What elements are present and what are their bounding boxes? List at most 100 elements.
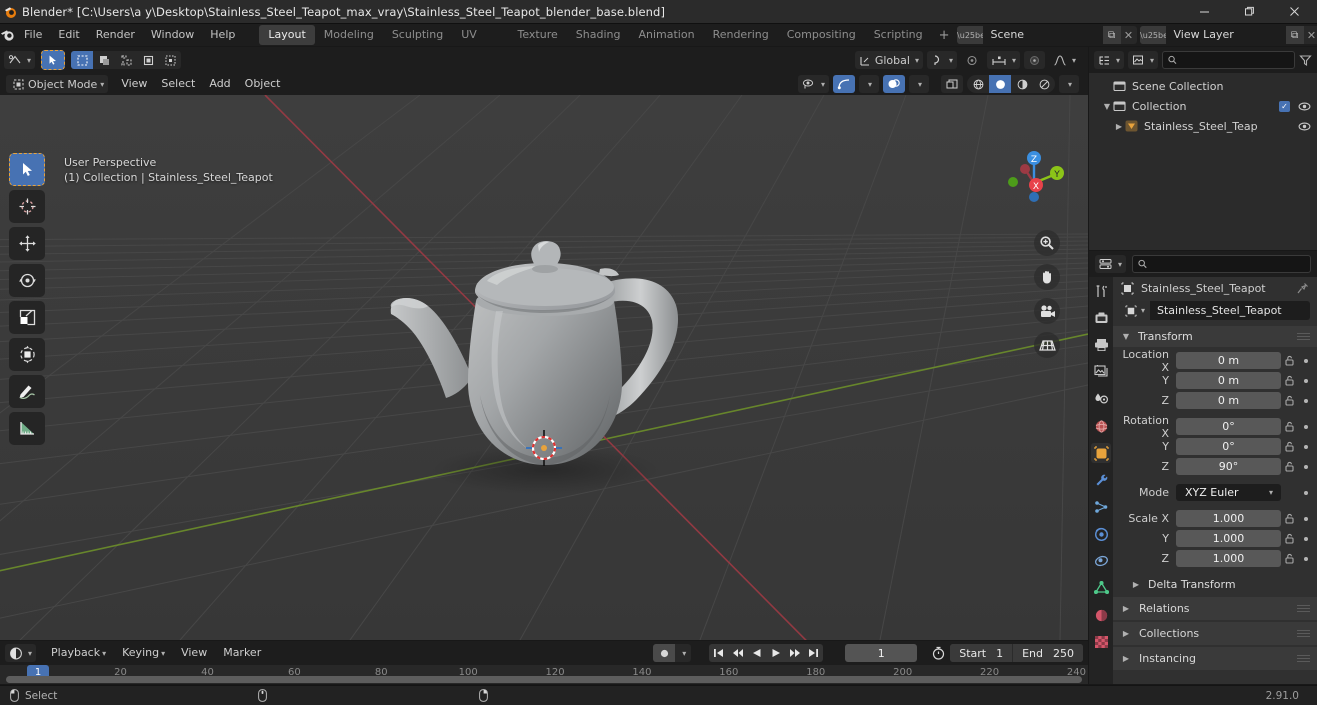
tab-texture-paint[interactable]: Texture Paint	[509, 25, 567, 61]
editor-type-3dview-icon[interactable]: ▾	[4, 51, 36, 69]
camera-icon[interactable]	[1034, 298, 1060, 324]
auto-keying-options-dropdown[interactable]: ▾	[675, 649, 691, 658]
scene-name-field[interactable]: Scene	[982, 26, 1103, 44]
new-view-layer-button[interactable]: ⧉	[1285, 26, 1304, 44]
collections-panel-header[interactable]: ▶ Collections	[1113, 622, 1317, 645]
jump-start-icon[interactable]	[709, 644, 728, 662]
menu-help[interactable]: Help	[202, 24, 243, 46]
transform-tool[interactable]	[9, 338, 45, 371]
object-mode-dropdown[interactable]: Object Mode ▾	[6, 75, 109, 93]
visibility-dropdown[interactable]: ▾	[797, 75, 829, 93]
tab-sculpting[interactable]: Sculpting	[383, 25, 452, 45]
object-name-field[interactable]: ▾ Stainless_Steel_Teapot	[1120, 301, 1310, 320]
rotation-x-input[interactable]: 0°	[1176, 418, 1281, 435]
object-name-value[interactable]: Stainless_Steel_Teapot	[1150, 304, 1282, 317]
properties-tab-modifier[interactable]	[1091, 470, 1111, 490]
grid-icon[interactable]	[1034, 332, 1060, 358]
relations-panel-header[interactable]: ▶ Relations	[1113, 597, 1317, 620]
view-layer-datablock[interactable]: \u25be View Layer ⧉ ✕	[1139, 26, 1317, 44]
tweak-select-tool-button[interactable]	[41, 50, 66, 70]
proportional-falloff-toggle[interactable]	[1023, 51, 1045, 69]
tab-shading[interactable]: Shading	[567, 25, 630, 45]
viewport-menu-select[interactable]: Select	[154, 74, 202, 94]
play-icon[interactable]	[766, 644, 785, 662]
animate-property-dot[interactable]	[1298, 424, 1313, 429]
use-preview-range-icon[interactable]	[931, 646, 946, 660]
display-mode-dropdown[interactable]: ▾	[1128, 51, 1159, 69]
add-workspace-button[interactable]: +	[932, 28, 957, 43]
proportional-editing-toggle[interactable]	[961, 51, 983, 69]
animate-property-dot[interactable]	[1298, 464, 1313, 469]
new-scene-button[interactable]: ⧉	[1102, 26, 1121, 44]
rotation-z-input[interactable]: 90°	[1176, 458, 1281, 475]
animate-property-dot[interactable]	[1298, 444, 1313, 449]
animate-property-dot[interactable]	[1298, 536, 1313, 541]
properties-search-field[interactable]	[1151, 257, 1305, 271]
lock-icon[interactable]	[1281, 553, 1298, 564]
scale-y-input[interactable]: 1.000	[1176, 530, 1281, 547]
blender-logo-icon[interactable]	[0, 28, 16, 42]
properties-tab-tool[interactable]	[1091, 281, 1111, 301]
transform-panel-header[interactable]: ▼ Transform	[1113, 326, 1317, 347]
scale-tool[interactable]	[9, 301, 45, 334]
menu-render[interactable]: Render	[88, 24, 143, 46]
snap-increment-icon[interactable]: ▾	[986, 51, 1020, 69]
timeline-menu-keying[interactable]: Keying ▾	[115, 643, 172, 663]
auto-keyframe-toggle[interactable]	[653, 644, 676, 662]
editor-type-properties-icon[interactable]: ▾	[1095, 255, 1127, 273]
outliner-row-teapot-object[interactable]: ▶ Stainless_Steel_Teap	[1089, 116, 1317, 136]
properties-tab-output[interactable]	[1091, 335, 1111, 355]
editor-type-timeline-icon[interactable]: ▾	[5, 644, 37, 662]
disclosure-icon[interactable]: ▶	[1113, 122, 1125, 131]
maximize-button[interactable]	[1227, 0, 1272, 24]
properties-tab-object[interactable]	[1091, 443, 1111, 463]
tab-modeling[interactable]: Modeling	[315, 25, 383, 45]
eye-icon[interactable]	[1298, 121, 1311, 132]
select-tweak-icon[interactable]	[93, 51, 115, 69]
navigation-gizmo[interactable]: Z Y X	[1002, 147, 1066, 211]
transform-orientation-dropdown[interactable]: Global ▾	[854, 51, 923, 69]
timeline-horizontal-scrollbar[interactable]	[6, 676, 1082, 683]
properties-tab-scene[interactable]	[1091, 389, 1111, 409]
tab-animation[interactable]: Animation	[629, 25, 703, 45]
instancing-panel-header[interactable]: ▶ Instancing	[1113, 647, 1317, 670]
solid-shading-icon[interactable]	[989, 75, 1011, 93]
jump-end-icon[interactable]	[804, 644, 823, 662]
collection-checkbox[interactable]: ✓	[1279, 100, 1290, 112]
tab-scripting[interactable]: Scripting	[865, 25, 932, 45]
viewport-menu-view[interactable]: View	[114, 74, 154, 94]
select-lasso-icon[interactable]	[115, 51, 137, 69]
properties-tab-constraints[interactable]	[1091, 551, 1111, 571]
lock-icon[interactable]	[1281, 461, 1298, 472]
wireframe-shading-icon[interactable]	[967, 75, 989, 93]
scene-datablock[interactable]: \u25be Scene ⧉ ✕	[956, 26, 1137, 44]
snapping-dropdown[interactable]: ▾	[926, 51, 957, 69]
select-circle-icon[interactable]	[137, 51, 159, 69]
gizmo-toggle[interactable]	[833, 75, 855, 93]
animate-property-dot[interactable]	[1298, 398, 1313, 403]
material-preview-shading-icon[interactable]	[1011, 75, 1033, 93]
shading-options-dropdown[interactable]: ▾	[1059, 75, 1079, 93]
close-button[interactable]	[1272, 0, 1317, 24]
hand-icon[interactable]	[1034, 264, 1060, 290]
delta-transform-panel-header[interactable]: ▶ Delta Transform	[1113, 574, 1317, 595]
minimize-button[interactable]	[1182, 0, 1227, 24]
lock-icon[interactable]	[1281, 441, 1298, 452]
viewport-menu-add[interactable]: Add	[202, 74, 237, 94]
rotate-tool[interactable]	[9, 264, 45, 297]
overlays-options-dropdown[interactable]: ▾	[909, 75, 929, 93]
eye-icon[interactable]	[1298, 101, 1311, 112]
properties-tab-data[interactable]	[1091, 578, 1111, 598]
lock-icon[interactable]	[1281, 533, 1298, 544]
location-z-input[interactable]: 0 m	[1176, 392, 1281, 409]
scale-x-input[interactable]: 1.000	[1176, 510, 1281, 527]
overlays-toggle[interactable]	[883, 75, 905, 93]
properties-tab-material[interactable]	[1091, 605, 1111, 625]
lock-icon[interactable]	[1281, 395, 1298, 406]
timeline-menu-playback[interactable]: Playback ▾	[44, 643, 113, 663]
menu-file[interactable]: File	[16, 24, 50, 46]
gizmo-options-dropdown[interactable]: ▾	[859, 75, 879, 93]
rendered-shading-icon[interactable]	[1033, 75, 1055, 93]
properties-search-input[interactable]	[1132, 255, 1311, 273]
animate-property-dot[interactable]	[1298, 378, 1313, 383]
